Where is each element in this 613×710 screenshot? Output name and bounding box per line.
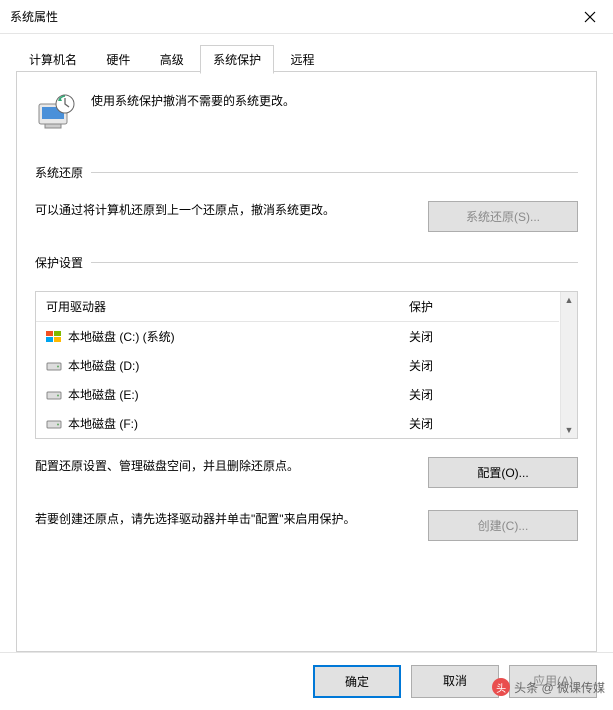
watermark-logo-icon: 头 — [492, 678, 510, 696]
drive-name: 本地磁盘 (D:) — [68, 357, 139, 374]
drive-status: 关闭 — [409, 386, 549, 403]
drive-icon — [46, 360, 62, 372]
restore-description: 可以通过将计算机还原到上一个还原点，撤消系统更改。 — [35, 201, 408, 220]
scrollbar[interactable]: ▲ ▼ — [560, 292, 577, 438]
configure-button[interactable]: 配置(O)... — [428, 457, 578, 488]
scroll-down-icon[interactable]: ▼ — [565, 422, 574, 438]
tab-system-protection[interactable]: 系统保护 — [200, 45, 274, 74]
ok-button[interactable]: 确定 — [313, 665, 401, 698]
divider — [91, 172, 578, 173]
col-available-drives: 可用驱动器 — [46, 298, 409, 315]
intro-row: 使用系统保护撤消不需要的系统更改。 — [35, 92, 578, 134]
drive-row[interactable]: 本地磁盘 (D:) 关闭 — [36, 351, 559, 380]
drive-icon — [46, 389, 62, 401]
drive-row[interactable]: 本地磁盘 (E:) 关闭 — [36, 380, 559, 409]
section-protection-settings: 保护设置 可用驱动器 保护 本地磁盘 (C:) (系统) 关闭 — [35, 254, 578, 541]
drive-status: 关闭 — [409, 415, 549, 432]
window-title: 系统属性 — [10, 8, 567, 25]
tab-computer-name[interactable]: 计算机名 — [16, 45, 90, 74]
system-protection-icon — [35, 92, 77, 134]
drive-list: 可用驱动器 保护 本地磁盘 (C:) (系统) 关闭 — [35, 291, 578, 439]
tab-body: 使用系统保护撤消不需要的系统更改。 系统还原 可以通过将计算机还原到上一个还原点… — [16, 72, 597, 652]
titlebar: 系统属性 — [0, 0, 613, 34]
section-protect-title: 保护设置 — [35, 254, 83, 271]
create-button[interactable]: 创建(C)... — [428, 510, 578, 541]
create-description: 若要创建还原点，请先选择驱动器并单击"配置"来启用保护。 — [35, 510, 408, 529]
drive-name: 本地磁盘 (F:) — [68, 415, 138, 432]
drive-name: 本地磁盘 (C:) (系统) — [68, 328, 175, 345]
drive-row[interactable]: 本地磁盘 (F:) 关闭 — [36, 409, 559, 438]
configure-description: 配置还原设置、管理磁盘空间，并且删除还原点。 — [35, 457, 408, 476]
drive-status: 关闭 — [409, 328, 549, 345]
cancel-button[interactable]: 取消 — [411, 665, 499, 698]
drive-row[interactable]: 本地磁盘 (C:) (系统) 关闭 — [36, 322, 559, 351]
tab-advanced[interactable]: 高级 — [147, 45, 197, 74]
divider — [91, 262, 578, 263]
drive-status: 关闭 — [409, 357, 549, 374]
tab-hardware[interactable]: 硬件 — [93, 45, 143, 74]
tab-remote[interactable]: 远程 — [277, 45, 327, 74]
tab-strip: 计算机名 硬件 高级 系统保护 远程 — [16, 44, 597, 72]
drive-list-header: 可用驱动器 保护 — [36, 292, 559, 322]
close-button[interactable] — [567, 0, 613, 34]
system-restore-button[interactable]: 系统还原(S)... — [428, 201, 578, 232]
section-restore-title: 系统还原 — [35, 164, 83, 181]
intro-text: 使用系统保护撤消不需要的系统更改。 — [91, 92, 295, 109]
col-protection: 保护 — [409, 298, 549, 315]
windows-drive-icon — [46, 331, 62, 343]
drive-name: 本地磁盘 (E:) — [68, 386, 139, 403]
watermark-text: 头条 @ 微课传媒 — [514, 679, 605, 696]
drive-icon — [46, 418, 62, 430]
scroll-up-icon[interactable]: ▲ — [565, 292, 574, 308]
watermark: 头 头条 @ 微课传媒 — [492, 678, 605, 696]
section-system-restore: 系统还原 可以通过将计算机还原到上一个还原点，撤消系统更改。 系统还原(S)..… — [35, 164, 578, 232]
